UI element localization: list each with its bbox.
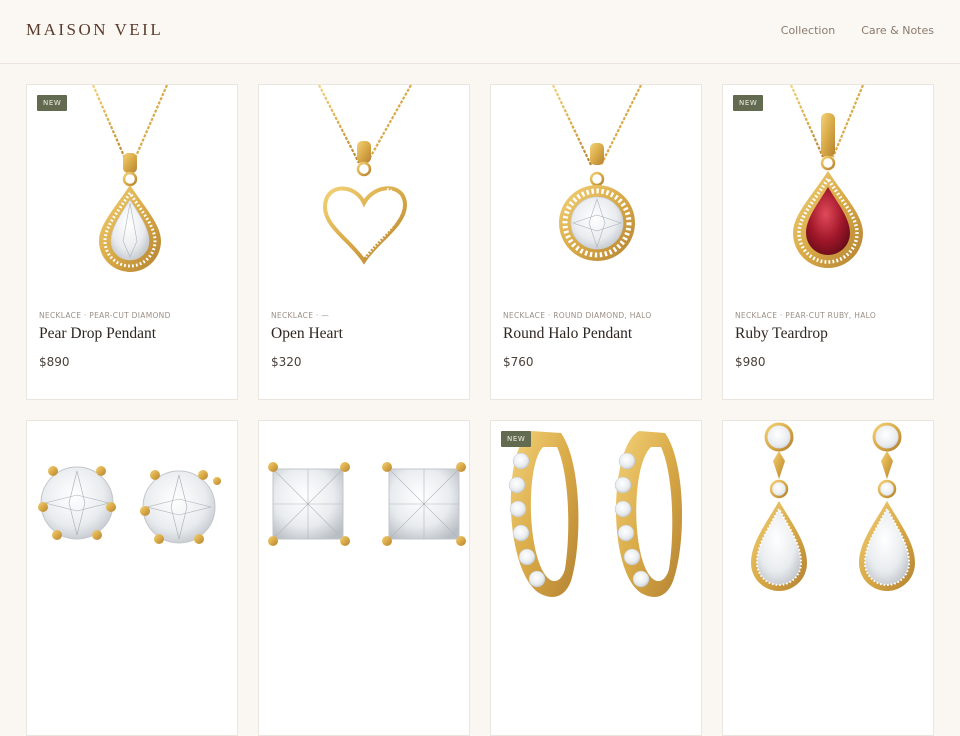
open-heart-pendant-image — [259, 85, 469, 305]
round-halo-pendant-image — [491, 85, 701, 305]
product-meta: NECKLACE · PEAR-CUT DIAMOND — [39, 311, 171, 320]
nav-collection[interactable]: Collection — [781, 24, 835, 37]
new-badge: NEW — [733, 95, 764, 111]
pear-diamond-pendant-image — [27, 85, 237, 305]
product-title[interactable]: Round Halo Pendant — [503, 325, 632, 343]
product-meta: NECKLACE · — — [271, 311, 330, 320]
ruby-teardrop-pendant-image — [723, 85, 933, 305]
product-card[interactable]: NEW NECKLACE · PEAR-CUT DIAMOND Pear Dro… — [26, 84, 238, 400]
brand-logo[interactable]: MAISON VEIL — [26, 20, 163, 40]
product-card[interactable]: NEW — [490, 420, 702, 736]
product-card[interactable]: NECKLACE · — Open Heart $320 — [258, 84, 470, 400]
pave-hoop-earrings-image — [491, 421, 701, 641]
product-card[interactable] — [258, 420, 470, 736]
product-grid: NEW NECKLACE · PEAR-CUT DIAMOND Pear Dro… — [26, 84, 934, 736]
product-meta: NECKLACE · PEAR-CUT RUBY, HALO — [735, 311, 877, 320]
product-card[interactable] — [26, 420, 238, 736]
new-badge: NEW — [37, 95, 68, 111]
product-price: $320 — [271, 355, 302, 369]
product-title[interactable]: Open Heart — [271, 325, 343, 343]
product-card[interactable]: NECKLACE · ROUND DIAMOND, HALO Round Hal… — [490, 84, 702, 400]
round-stud-earrings-image — [27, 421, 237, 641]
site-header: MAISON VEIL Collection Care & Notes — [0, 0, 960, 64]
product-card[interactable] — [722, 420, 934, 736]
new-badge: NEW — [501, 431, 532, 447]
product-card[interactable]: NEW NECKLACE · PEAR-CUT RUBY, HALO Ruby … — [722, 84, 934, 400]
pear-drop-earrings-image — [723, 421, 933, 641]
product-title[interactable]: Pear Drop Pendant — [39, 325, 156, 343]
product-price: $890 — [39, 355, 70, 369]
product-meta: NECKLACE · ROUND DIAMOND, HALO — [503, 311, 652, 320]
product-title[interactable]: Ruby Teardrop — [735, 325, 828, 343]
product-price: $760 — [503, 355, 534, 369]
main-nav: Collection Care & Notes — [781, 24, 934, 37]
nav-care-notes[interactable]: Care & Notes — [861, 24, 934, 37]
princess-stud-earrings-image — [259, 421, 469, 641]
product-price: $980 — [735, 355, 766, 369]
